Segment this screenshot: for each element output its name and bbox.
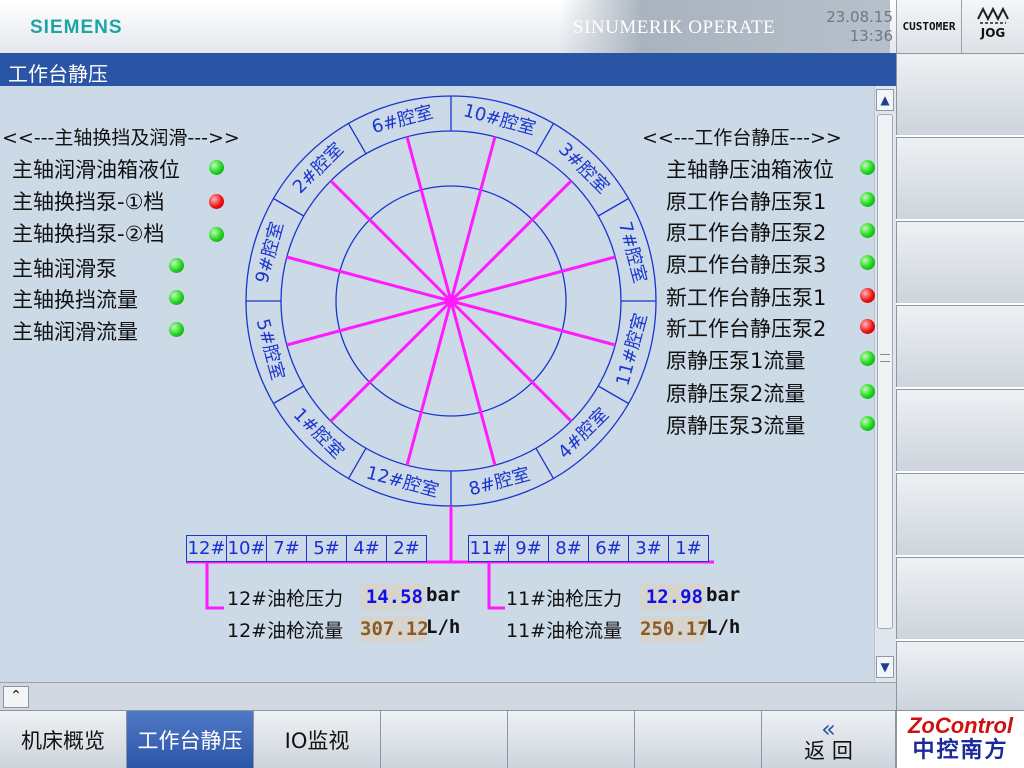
- left-group-cell: 10#: [226, 535, 267, 562]
- pressure-spoke: [449, 299, 573, 423]
- chamber-divider: [347, 123, 367, 155]
- gun11-flow-unit: L/h: [706, 616, 741, 638]
- scroll-up-button[interactable]: ▲: [876, 89, 894, 111]
- gun12-pressure-unit: bar: [426, 584, 461, 606]
- gun11-pressure-value: 12.98: [640, 584, 705, 610]
- vertical-softkey-7[interactable]: [896, 557, 1024, 639]
- vertical-softkey-8[interactable]: [896, 641, 1024, 710]
- jog-label: JOG: [980, 26, 1006, 40]
- gun12-flow-value: 307.12: [360, 616, 429, 642]
- right-group-cell: 11#: [468, 535, 509, 562]
- pressure-spoke: [329, 179, 453, 303]
- softkey-table-hydrostatic[interactable]: 工作台静压: [127, 710, 254, 768]
- pressure-spoke: [450, 255, 616, 303]
- chamber-label: 10#腔室: [461, 100, 538, 139]
- gun11-flow-value: 250.17: [640, 616, 709, 642]
- right-group-cell: 3#: [628, 535, 669, 562]
- right-group-cell: 9#: [508, 535, 549, 562]
- chamber-divider: [597, 197, 629, 217]
- chamber-diagram: 6#腔室 10#腔室3#腔室7#腔室11#腔室4#腔室8#腔室12#腔室1#腔室5…: [186, 95, 714, 610]
- pressure-spoke: [286, 299, 452, 347]
- pressure-spoke: [449, 300, 497, 466]
- vertical-softkey-2[interactable]: [896, 137, 1024, 219]
- logo-text-cjk: 中控南方: [912, 738, 1009, 763]
- scroll-down-button[interactable]: ▼: [876, 656, 894, 678]
- softkey-empty[interactable]: [381, 710, 508, 768]
- left-group-cell: 5#: [306, 535, 347, 562]
- chamber-divider: [535, 123, 555, 155]
- pressure-spoke: [449, 179, 573, 303]
- thumb-grip-icon: [880, 354, 890, 362]
- back-label: 返 回: [804, 738, 853, 763]
- vertical-softkey-3[interactable]: [896, 221, 1024, 303]
- softkey-empty[interactable]: [508, 710, 635, 768]
- left-group-cell: 7#: [266, 535, 307, 562]
- pressure-spoke: [405, 300, 453, 466]
- right-group-cell: 1#: [668, 535, 709, 562]
- scroll-thumb[interactable]: [877, 114, 893, 629]
- gun12-flow-unit: L/h: [426, 616, 461, 638]
- gun11-flow-label: 11#油枪流量: [506, 620, 623, 642]
- pressure-spoke: [286, 255, 452, 303]
- softkey-back[interactable]: « 返 回: [762, 710, 896, 768]
- chamber-divider: [535, 447, 555, 479]
- softkey-empty[interactable]: [635, 710, 762, 768]
- chamber-divider: [347, 447, 367, 479]
- vertical-softkey-5[interactable]: [896, 389, 1024, 471]
- gun12-pressure-label: 12#油枪压力: [227, 588, 344, 610]
- chamber-divider: [597, 385, 629, 405]
- gun11-pressure-label: 11#油枪压力: [506, 588, 623, 610]
- softkey-machine-overview[interactable]: 机床概览: [0, 710, 127, 768]
- pressure-spoke: [450, 299, 616, 347]
- left-group-cell: 4#: [346, 535, 387, 562]
- pressure-spoke: [405, 136, 453, 302]
- jog-mode-button[interactable]: JOG: [962, 0, 1024, 53]
- logo-text-latin: ZoControl: [907, 713, 1014, 738]
- gun11-connector: [487, 562, 505, 610]
- back-arrows-icon: «: [821, 714, 836, 743]
- chamber-divider: [273, 385, 305, 405]
- gun12-pressure-value: 14.58: [360, 584, 425, 610]
- left-group-cell: 12#: [186, 535, 227, 562]
- vertical-softkey-1[interactable]: [896, 53, 1024, 135]
- pressure-spoke: [329, 299, 453, 423]
- customer-button[interactable]: CUSTOMER: [896, 0, 962, 53]
- vertical-softkey-4[interactable]: [896, 305, 1024, 387]
- jog-wave-icon: [977, 6, 1009, 24]
- chamber-divider: [273, 197, 305, 217]
- zocontrol-logo: ZoControl 中控南方: [896, 710, 1024, 768]
- right-group-cell: 6#: [588, 535, 629, 562]
- vertical-softkey-6[interactable]: [896, 473, 1024, 555]
- pressure-spoke: [449, 136, 497, 302]
- right-group-cell: 8#: [548, 535, 589, 562]
- vertical-scrollbar[interactable]: ▲ ▼: [874, 86, 896, 682]
- expand-up-button[interactable]: ⌃: [3, 686, 29, 708]
- softkey-toggle-bar: [0, 682, 896, 711]
- gun12-flow-label: 12#油枪流量: [227, 620, 344, 642]
- gun11-pressure-unit: bar: [706, 584, 741, 606]
- left-group-cell: 2#: [386, 535, 427, 562]
- chamber-label: 12#腔室: [364, 462, 441, 501]
- gun12-connector: [205, 562, 224, 610]
- chamber-label: 11#腔室: [612, 311, 651, 388]
- softkey-io-monitor[interactable]: IO监视: [254, 710, 381, 768]
